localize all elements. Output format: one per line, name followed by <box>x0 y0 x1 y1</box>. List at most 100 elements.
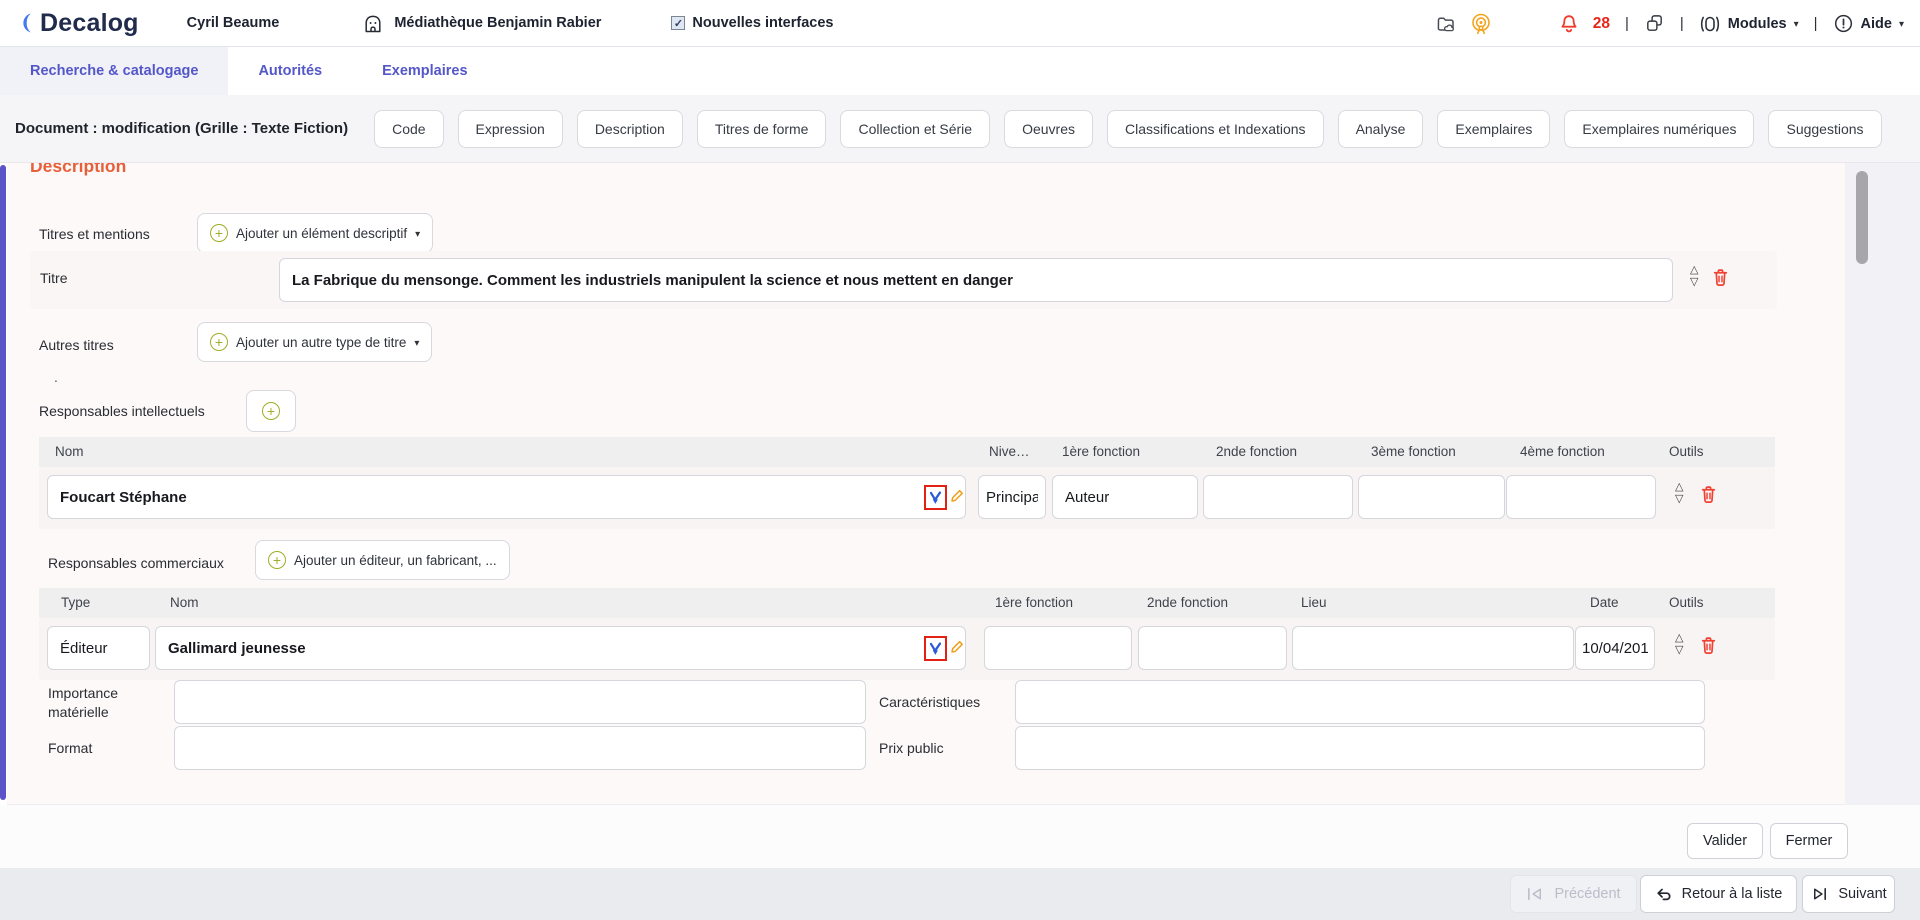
toolbar-button-analyse[interactable]: Analyse <box>1338 110 1424 148</box>
responsables-commerciaux-label: Responsables commerciaux <box>48 555 224 571</box>
col-outils: Outils <box>1669 437 1704 467</box>
niveau-input[interactable] <box>978 475 1046 519</box>
format-label: Format <box>48 740 92 756</box>
caracteristiques-label: Caractéristiques <box>879 694 980 710</box>
precedent-button[interactable]: Précédent <box>1510 875 1637 913</box>
return-arrow-icon <box>1655 887 1673 902</box>
toolbar-button-oeuvres[interactable]: Oeuvres <box>1004 110 1093 148</box>
responsables-intellectuels-label: Responsables intellectuels <box>39 403 205 419</box>
prix-public-input[interactable] <box>1015 726 1705 770</box>
retour-liste-button[interactable]: Retour à la liste <box>1640 875 1797 913</box>
row-move-up-down[interactable]: △ ▽ <box>1675 483 1683 504</box>
responsables-commerciaux-table-header: Type Nom 1ère fonction 2nde fonction Lie… <box>39 588 1775 618</box>
importance-materielle-input[interactable] <box>174 680 866 724</box>
notification-count-badge: 28 <box>1593 15 1610 33</box>
user-name: Cyril Beaume <box>187 15 280 31</box>
toolbar-button-collection-serie[interactable]: Collection et Série <box>840 110 990 148</box>
folder-cloud-icon[interactable] <box>1435 14 1457 34</box>
tab-autorites[interactable]: Autorités <box>228 47 352 95</box>
move-down-icon[interactable]: ▽ <box>1690 278 1698 287</box>
main-tabs: Recherche & catalogage Autorités Exempla… <box>0 47 1920 95</box>
logo-text: Decalog <box>40 9 139 38</box>
scrollbar-track[interactable] <box>1845 163 1920 805</box>
checkbox-checked-icon[interactable]: ✓ <box>671 16 685 30</box>
autres-titres-label: Autres titres <box>39 337 114 353</box>
fonction1-input[interactable] <box>1052 475 1198 519</box>
broadcast-icon[interactable] <box>1470 13 1492 35</box>
top-header: Decalog Cyril Beaume Médiathèque Benjami… <box>0 0 1920 47</box>
pub-fonction2-input[interactable] <box>1138 626 1287 670</box>
pub-fonction1-input[interactable] <box>984 626 1132 670</box>
vertical-scrollbar-thumb[interactable] <box>1856 171 1868 264</box>
row-delete-icon[interactable] <box>1700 636 1717 660</box>
new-interfaces-toggle[interactable]: ✓ Nouvelles interfaces <box>671 15 833 31</box>
info-icon <box>1833 13 1854 34</box>
authority-link-icon[interactable] <box>924 485 947 510</box>
plus-circle-icon: + <box>210 333 228 351</box>
row-move-up-down[interactable]: △ ▽ <box>1675 634 1683 655</box>
caracteristiques-input[interactable] <box>1015 680 1705 724</box>
col-nom: Nom <box>55 437 84 467</box>
publisher-type-input[interactable] <box>47 626 150 670</box>
plus-circle-icon: + <box>262 402 280 420</box>
add-descriptive-element-button[interactable]: + Ajouter un élément descriptif ▾ <box>197 213 433 253</box>
publisher-name-input[interactable] <box>155 626 966 670</box>
add-publisher-button[interactable]: + Ajouter un éditeur, un fabricant, ... <box>255 540 510 580</box>
format-input[interactable] <box>174 726 866 770</box>
titre-input[interactable] <box>279 258 1673 302</box>
toolbar-button-titres-de-forme[interactable]: Titres de forme <box>697 110 827 148</box>
toolbar-button-exemplaires[interactable]: Exemplaires <box>1437 110 1550 148</box>
link-pages-icon[interactable] <box>1644 13 1665 34</box>
add-intellectual-responsible-button[interactable]: + <box>246 390 296 432</box>
toolbar-button-description[interactable]: Description <box>577 110 683 148</box>
fonction4-input[interactable] <box>1506 475 1656 519</box>
chevron-down-icon: ▾ <box>414 338 419 349</box>
lieu-input[interactable] <box>1292 626 1574 670</box>
tab-exemplaires[interactable]: Exemplaires <box>352 47 497 95</box>
edit-pencil-icon[interactable] <box>949 639 965 660</box>
fermer-button[interactable]: Fermer <box>1770 823 1848 859</box>
toolbar-button-classifications[interactable]: Classifications et Indexations <box>1107 110 1324 148</box>
valider-button[interactable]: Valider <box>1687 823 1763 859</box>
help-label: Aide <box>1861 16 1892 32</box>
col-outils: Outils <box>1669 588 1704 618</box>
move-down-icon[interactable]: ▽ <box>1675 646 1683 655</box>
toolbar-button-suggestions[interactable]: Suggestions <box>1768 110 1881 148</box>
move-up-icon[interactable]: △ <box>1690 266 1698 275</box>
help-menu[interactable]: Aide ▾ <box>1833 13 1904 34</box>
publisher-name-field-wrap <box>155 626 966 670</box>
plus-circle-icon: + <box>210 224 228 242</box>
move-down-icon[interactable]: ▽ <box>1675 495 1683 504</box>
suivant-button[interactable]: Suivant <box>1802 875 1895 913</box>
titres-et-mentions-label: Titres et mentions <box>39 226 150 242</box>
toolbar-button-exemplaires-numeriques[interactable]: Exemplaires numériques <box>1564 110 1754 148</box>
decalog-app: Decalog Cyril Beaume Médiathèque Benjami… <box>0 0 1920 920</box>
authority-link-icon[interactable] <box>924 636 947 661</box>
skip-next-icon <box>1810 887 1829 901</box>
modules-menu[interactable]: Modules ▾ <box>1699 13 1799 35</box>
col-2nde-fonction: 2nde fonction <box>1216 437 1297 467</box>
fonction3-input[interactable] <box>1358 475 1505 519</box>
fonction2-input[interactable] <box>1203 475 1353 519</box>
notification-bell-icon[interactable] <box>1558 13 1580 35</box>
col-niveau: Nive… <box>989 437 1030 467</box>
responsables-intellectuels-table-header: Nom Nive… 1ère fonction 2nde fonction 3è… <box>39 437 1775 467</box>
new-interfaces-label: Nouvelles interfaces <box>692 15 833 31</box>
col-4eme-fonction: 4ème fonction <box>1520 437 1605 467</box>
move-up-icon[interactable]: △ <box>1675 483 1683 492</box>
titre-label: Titre <box>40 270 67 286</box>
plus-circle-icon: + <box>268 551 286 569</box>
author-name-input[interactable] <box>47 475 966 519</box>
row-delete-icon[interactable] <box>1700 485 1717 509</box>
edit-pencil-icon[interactable] <box>949 488 965 509</box>
titre-delete-icon[interactable] <box>1712 268 1729 292</box>
tab-recherche-catalogage[interactable]: Recherche & catalogage <box>0 47 228 95</box>
toolbar-button-code[interactable]: Code <box>374 110 443 148</box>
add-other-title-button[interactable]: + Ajouter un autre type de titre ▾ <box>197 322 432 362</box>
move-up-icon[interactable]: △ <box>1675 634 1683 643</box>
col-2nde-fonction: 2nde fonction <box>1147 588 1228 618</box>
separator: | <box>1623 15 1631 32</box>
titre-move-up-down[interactable]: △ ▽ <box>1690 266 1698 287</box>
date-input[interactable] <box>1575 626 1655 670</box>
toolbar-button-expression[interactable]: Expression <box>458 110 563 148</box>
